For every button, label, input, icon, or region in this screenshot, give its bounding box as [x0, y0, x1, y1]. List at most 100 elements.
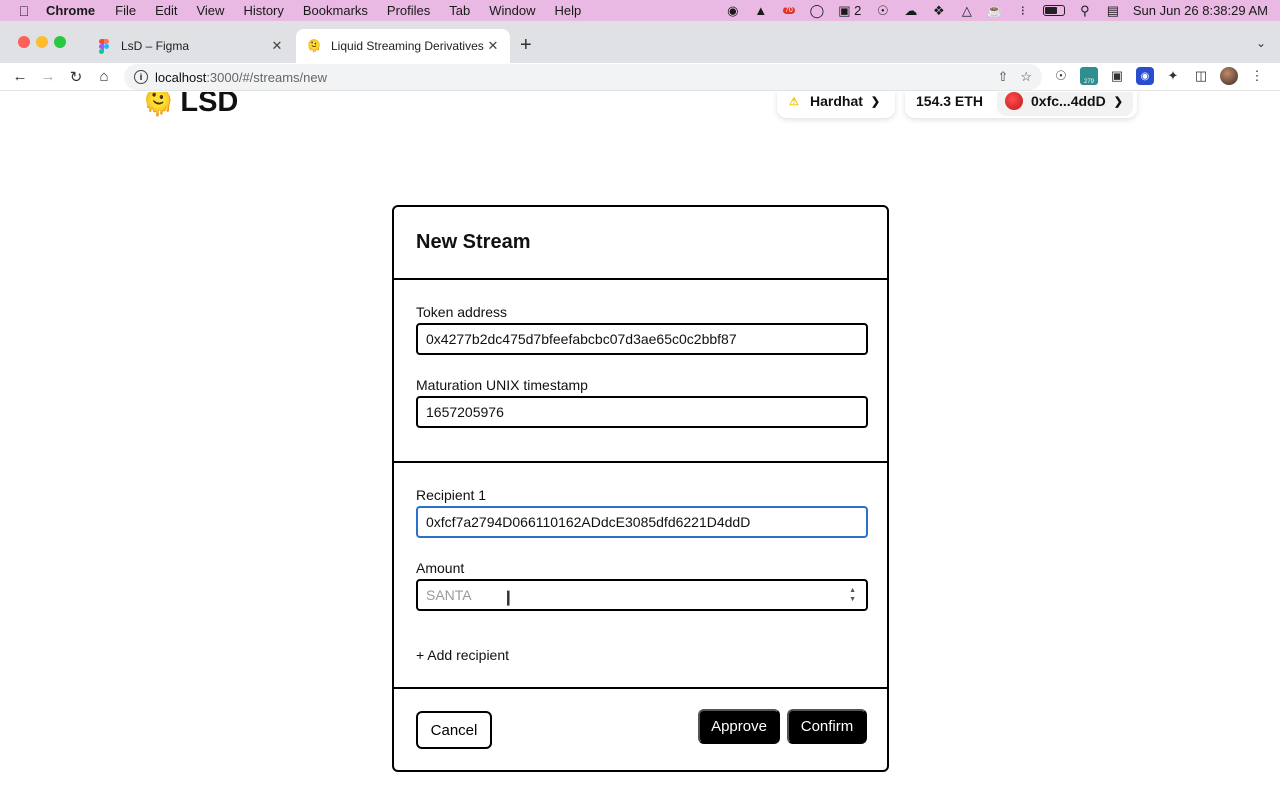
- page-content: 🫠 LSD ⚠ Hardhat ❯ 154.3 ETH 0xfc...4ddD …: [0, 92, 1280, 800]
- text-cursor-icon: ❙: [502, 589, 515, 606]
- menu-bookmarks[interactable]: Bookmarks: [303, 3, 368, 18]
- macos-menu-bar:  Chrome File Edit View History Bookmark…: [0, 0, 1280, 21]
- notification-count: 70: [782, 7, 795, 14]
- account-address: 0xfc...4ddD: [1031, 93, 1106, 109]
- reload-icon[interactable]: ↻: [62, 68, 90, 86]
- app-status-icon[interactable]: ▲: [753, 3, 769, 18]
- address-bar[interactable]: i localhost:3000/#/streams/new ⇧ ☆: [124, 64, 1042, 90]
- site-info-icon[interactable]: i: [134, 70, 148, 84]
- bookmark-star-icon[interactable]: ☆: [1020, 69, 1032, 85]
- window-minimize-button[interactable]: [36, 36, 48, 48]
- browser-toolbar: ← → ↻ ⌂ i localhost:3000/#/streams/new ⇧…: [0, 63, 1280, 91]
- token-address-label: Token address: [416, 304, 508, 320]
- menu-history[interactable]: History: [243, 3, 283, 18]
- amount-label: Amount: [416, 560, 465, 576]
- network-icon[interactable]: ⁝: [1015, 3, 1031, 18]
- menu-chrome[interactable]: Chrome: [46, 3, 95, 18]
- menubar-clock[interactable]: Sun Jun 26 8:38:29 AM: [1133, 3, 1268, 18]
- window-close-button[interactable]: [18, 36, 30, 48]
- confirm-button[interactable]: Confirm: [787, 709, 867, 744]
- control-center-icon[interactable]: ▤: [1105, 3, 1121, 18]
- profile-avatar[interactable]: [1220, 67, 1238, 85]
- network-name: Hardhat: [810, 93, 863, 109]
- browser-menu-icon[interactable]: ⋮: [1248, 67, 1266, 85]
- side-panel-icon[interactable]: ◫: [1192, 67, 1210, 85]
- menu-help[interactable]: Help: [555, 3, 582, 18]
- logo-text: LSD: [180, 92, 239, 118]
- figma-icon: [96, 38, 112, 54]
- amount-placeholder: SANTA: [426, 587, 472, 603]
- amount-input[interactable]: SANTA ❙ ▲ ▼: [416, 579, 868, 611]
- add-recipient-button[interactable]: + Add recipient: [416, 647, 509, 663]
- record-icon[interactable]: ◉: [725, 3, 741, 18]
- number-spinner[interactable]: ▲ ▼: [849, 586, 856, 604]
- new-stream-card: New Stream Token address 0x4277b2dc475d7…: [392, 205, 889, 772]
- home-icon[interactable]: ⌂: [90, 68, 118, 85]
- tab-close-icon[interactable]: ✕: [270, 38, 284, 54]
- menu-profiles[interactable]: Profiles: [387, 3, 430, 18]
- battery-icon[interactable]: [1042, 5, 1065, 16]
- spin-up-icon[interactable]: ▲: [849, 586, 856, 595]
- tab-figma[interactable]: LsD – Figma ✕: [86, 29, 294, 63]
- notification-badge-icon[interactable]: 70: [781, 4, 797, 18]
- token-address-input[interactable]: 0x4277b2dc475d7bfeefabcbc07d3ae65c0c2bbf…: [416, 323, 868, 355]
- status-area: ◉ ▲ 70 ◯ ▣ 2 ☉ ☁ ❖ △ ☕ ⁝ ⚲ ▤ Sun Jun 26 …: [725, 0, 1268, 21]
- globe-icon[interactable]: ◯: [809, 3, 825, 18]
- share-icon[interactable]: ⇧: [997, 69, 1008, 85]
- recipient-label: Recipient 1: [416, 487, 487, 503]
- spotlight-search-icon[interactable]: ⚲: [1077, 3, 1093, 18]
- coffee-icon[interactable]: ☕: [987, 3, 1003, 18]
- menu-view[interactable]: View: [196, 3, 224, 18]
- wallet-widget: 154.3 ETH 0xfc...4ddD ❯: [905, 92, 1137, 118]
- app-logo[interactable]: 🫠 LSD: [142, 92, 238, 119]
- maturation-label: Maturation UNIX timestamp: [416, 377, 588, 393]
- stack-icon[interactable]: ▣ 2: [837, 3, 863, 19]
- network-selector[interactable]: ⚠ Hardhat ❯: [777, 92, 895, 118]
- apple-icon[interactable]: : [16, 3, 32, 19]
- recipients-section: Recipient 1 0xfcf7a2794D066110162ADdcE30…: [394, 463, 887, 689]
- new-tab-plus-icon[interactable]: +: [520, 34, 532, 57]
- menu-window[interactable]: Window: [489, 3, 535, 18]
- tab-liquid-streaming-derivatives[interactable]: 🫠 Liquid Streaming Derivatives ✕: [296, 29, 510, 63]
- card-title: New Stream: [394, 207, 887, 280]
- melting-face-icon: 🫠: [142, 92, 175, 117]
- extensions-area: ☉ 279 ▣ ◉ ✦ ◫ ⋮: [1052, 67, 1266, 85]
- extension-badge: 279: [1083, 79, 1094, 85]
- menu-tab[interactable]: Tab: [449, 3, 470, 18]
- forward-arrow-icon[interactable]: →: [34, 68, 62, 85]
- cloud-icon[interactable]: ☁: [903, 3, 919, 18]
- menu-edit[interactable]: Edit: [155, 3, 177, 18]
- blue-extension-icon[interactable]: ◉: [1136, 67, 1154, 85]
- cancel-button[interactable]: Cancel: [416, 711, 492, 749]
- password-manager-extension-icon[interactable]: ☉: [1052, 67, 1070, 85]
- dropbox-icon[interactable]: ❖: [931, 3, 947, 18]
- chevron-down-icon: ❯: [870, 95, 881, 108]
- window-zoom-button[interactable]: [54, 36, 66, 48]
- drive-icon[interactable]: △: [959, 3, 975, 18]
- account-avatar: [1005, 92, 1023, 110]
- eth-balance: 154.3 ETH: [916, 93, 983, 109]
- maturation-timestamp-input[interactable]: 1657205976: [416, 396, 868, 428]
- card-footer: Cancel Approve Confirm: [394, 689, 887, 772]
- chevron-down-icon: ❯: [1113, 95, 1123, 108]
- tab-close-icon[interactable]: ✕: [486, 38, 500, 54]
- stack-count: 2: [854, 3, 862, 18]
- spin-down-icon[interactable]: ▼: [849, 595, 856, 604]
- approve-button[interactable]: Approve: [698, 709, 780, 744]
- browser-tab-strip: LsD – Figma ✕ 🫠 Liquid Streaming Derivat…: [0, 21, 1280, 63]
- metamask-extension-icon[interactable]: 279: [1080, 67, 1098, 85]
- screenshot-extension-icon[interactable]: ▣: [1108, 67, 1126, 85]
- tab-title: Liquid Streaming Derivatives: [331, 39, 484, 53]
- account-selector[interactable]: 0xfc...4ddD ❯: [997, 92, 1133, 116]
- lsd-emoji-icon: 🫠: [306, 39, 322, 53]
- back-arrow-icon[interactable]: ←: [6, 68, 34, 85]
- url-host: localhost: [155, 69, 207, 85]
- recipient-address-input[interactable]: 0xfcf7a2794D066110162ADdcE3085dfd6221D4d…: [416, 506, 868, 538]
- token-section: Token address 0x4277b2dc475d7bfeefabcbc0…: [394, 280, 887, 463]
- warning-icon: ⚠: [789, 96, 799, 108]
- tab-search-chevron-icon[interactable]: ⌄: [1256, 36, 1266, 50]
- extensions-puzzle-icon[interactable]: ✦: [1164, 67, 1182, 85]
- menu-file[interactable]: File: [115, 3, 136, 18]
- url-path: :3000/#/streams/new: [206, 69, 327, 85]
- password-icon[interactable]: ☉: [875, 3, 891, 18]
